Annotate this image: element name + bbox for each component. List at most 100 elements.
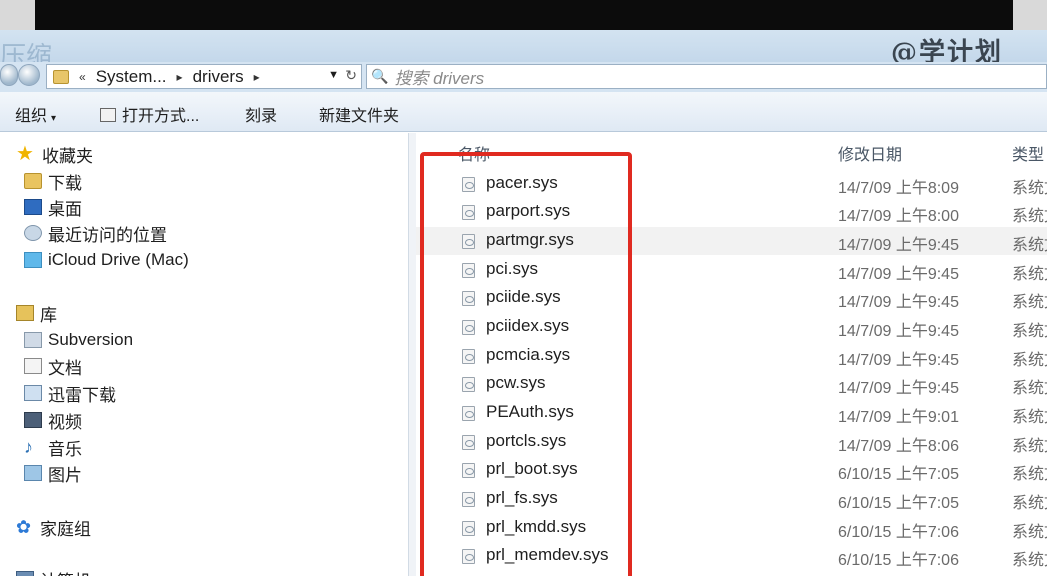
chevron-down-icon[interactable]: ▼ [328,69,339,81]
sidebar-item-recent[interactable]: 最近访问的位置 [24,220,167,246]
sidebar-item-downloads[interactable]: 下载 [24,168,82,194]
file-date: 14/7/09 上午8:09 [838,180,959,197]
recent-places-icon [24,225,42,241]
breadcrumb-drivers[interactable]: drivers [193,67,244,87]
file-date: 14/7/09 上午8:00 [838,208,959,225]
sidebar-item-label: 计算机 [40,567,91,576]
system-file-icon [462,406,475,421]
sidebar-item-pictures[interactable]: 图片 [24,460,82,486]
back-button[interactable] [0,64,18,86]
sidebar-item-favorites[interactable]: ★ 收藏夹 [16,141,93,167]
system-file-icon [462,349,475,364]
folder-icon [24,173,42,189]
sidebar-item-label: 最近访问的位置 [48,225,167,245]
file-row[interactable]: pciidex.sys 14/7/09 上午9:45 系统文件 [416,313,1047,341]
file-date: 6/10/15 上午7:06 [838,524,959,541]
file-row[interactable]: prl_boot.sys 6/10/15 上午7:05 系统文件 [416,456,1047,484]
sidebar-item-desktop[interactable]: 桌面 [24,194,82,220]
file-type: 系统文件 [1012,237,1047,254]
file-type: 系统文件 [1012,180,1047,197]
sidebar-item-music[interactable]: ♪ 音乐 [24,434,82,460]
file-row[interactable]: prl_fs.sys 6/10/15 上午7:05 系统文件 [416,485,1047,513]
system-file-icon [462,263,475,278]
sidebar-item-label: 下载 [48,173,82,193]
chevron-right-icon[interactable]: ▸ [254,70,260,84]
file-row[interactable]: pci.sys 14/7/09 上午9:45 系统文件 [416,256,1047,284]
forward-button[interactable] [18,64,40,86]
column-header-date[interactable]: 修改日期 [838,141,902,165]
file-date: 14/7/09 上午9:45 [838,294,959,311]
system-file-icon [462,435,475,450]
sidebar-item-videos[interactable]: 视频 [24,407,82,433]
file-type: 系统文件 [1012,552,1047,569]
sidebar-item-homegroup[interactable]: ✿ 家庭组 [16,514,91,540]
file-name: prl_memdev.sys [486,545,609,564]
file-type: 系统文件 [1012,495,1047,512]
file-row[interactable]: pacer.sys 14/7/09 上午8:09 系统文件 [416,170,1047,198]
sidebar-item-label: Subversion [48,330,134,349]
organize-button[interactable]: 组织 ▾ [15,102,56,126]
system-file-icon [462,549,475,564]
sidebar-item-label: 文档 [48,358,82,378]
computer-icon [16,571,34,576]
documents-icon [24,358,42,374]
file-row[interactable]: pciide.sys 14/7/09 上午9:45 系统文件 [416,284,1047,312]
open-with-button[interactable]: 打开方式... [100,102,199,126]
sidebar-item-subversion[interactable]: Subversion [24,327,133,353]
system-file-icon [462,492,475,507]
search-icon: 🔍 [371,68,389,84]
address-bar[interactable]: « System... ▸ drivers ▸ ▼ ↻ [46,64,362,89]
search-placeholder: 搜索 drivers [394,69,485,88]
file-row[interactable]: prl_memdev.sys 6/10/15 上午7:06 系统文件 [416,542,1047,570]
search-input[interactable]: 🔍 搜索 drivers [366,64,1047,89]
pane-splitter[interactable] [408,133,416,576]
address-row: « System... ▸ drivers ▸ ▼ ↻ 🔍 搜索 drivers [0,62,1047,92]
chevron-left-icon[interactable]: « [79,70,86,84]
file-row[interactable]: partmgr.sys 14/7/09 上午9:45 系统文件 [416,227,1047,255]
sidebar-item-documents[interactable]: 文档 [24,353,82,379]
sidebar-item-xunlei[interactable]: 迅雷下载 [24,380,116,406]
file-date: 14/7/09 上午9:45 [838,352,959,369]
system-file-icon [462,521,475,536]
system-file-icon [462,291,475,306]
sidebar-item-computer[interactable]: 计算机 [16,566,91,576]
navigation-pane: ★ 收藏夹 下载 桌面 最近访问的位置 iCloud Drive (Mac) 库… [0,133,408,576]
system-file-icon [462,377,475,392]
desktop-icon [24,199,42,215]
new-folder-button[interactable]: 新建文件夹 [319,102,399,126]
file-row[interactable]: pcmcia.sys 14/7/09 上午9:45 系统文件 [416,342,1047,370]
file-row[interactable]: PEAuth.sys 14/7/09 上午9:01 系统文件 [416,399,1047,427]
sidebar-item-label: iCloud Drive (Mac) [48,250,189,269]
file-date: 14/7/09 上午9:45 [838,237,959,254]
open-with-label: 打开方式... [122,108,200,125]
column-header-name[interactable]: 名称 [458,141,490,165]
sidebar-item-libraries[interactable]: 库 [16,300,57,326]
file-date: 14/7/09 上午9:45 [838,323,959,340]
video-top-band [0,0,1047,30]
refresh-icon[interactable]: ↻ [345,67,357,84]
folder-icon [53,69,69,84]
file-row[interactable]: portcls.sys 14/7/09 上午8:06 系统文件 [416,428,1047,456]
file-name: pciidex.sys [486,316,570,335]
sidebar-item-label: 收藏夹 [42,146,93,166]
sidebar-item-label: 视频 [48,412,82,432]
file-name: prl_kmdd.sys [486,517,587,536]
file-name: pcw.sys [486,373,546,392]
breadcrumb-system[interactable]: System... [96,67,167,87]
sidebar-item-icloud[interactable]: iCloud Drive (Mac) [24,247,189,273]
file-row[interactable]: pcw.sys 14/7/09 上午9:45 系统文件 [416,370,1047,398]
file-date: 14/7/09 上午9:01 [838,409,959,426]
file-name: prl_fs.sys [486,488,558,507]
chevron-right-icon[interactable]: ▸ [177,70,183,84]
organize-label: 组织 [15,108,48,125]
file-row[interactable]: parport.sys 14/7/09 上午8:00 系统文件 [416,198,1047,226]
sidebar-item-label: 桌面 [48,199,82,219]
file-type: 系统文件 [1012,524,1047,541]
homegroup-icon: ✿ [16,517,32,537]
file-date: 14/7/09 上午9:45 [838,380,959,397]
file-row[interactable]: prl_kmdd.sys 6/10/15 上午7:06 系统文件 [416,514,1047,542]
burn-button[interactable]: 刻录 [245,102,277,126]
column-header-type[interactable]: 类型 [1012,141,1044,165]
file-type: 系统文件 [1012,352,1047,369]
system-file-icon [462,320,475,335]
